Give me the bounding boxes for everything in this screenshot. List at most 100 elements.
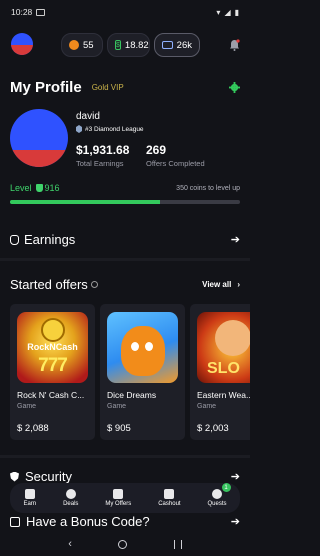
status-time: 10:28	[11, 7, 33, 17]
cash-balance[interactable]: $ 18.82	[107, 33, 150, 57]
nav-deals-label: Deals	[63, 501, 79, 507]
level-value: 916	[44, 183, 60, 193]
offer-logo-text: SLO	[207, 360, 240, 377]
shield-icon	[10, 471, 19, 482]
avatar[interactable]	[11, 33, 33, 55]
profile-header: My Profile Gold VIP	[10, 75, 240, 99]
league-icon	[76, 125, 82, 133]
nav-cashout-label: Cashout	[158, 501, 181, 507]
ticket-icon	[162, 41, 173, 49]
arrow-right-icon: ➔	[230, 516, 240, 528]
top-bar: 55 $ 18.82 26k	[0, 28, 250, 64]
quests-notification-badge: 1	[221, 483, 231, 492]
back-icon[interactable]: ‹	[68, 538, 72, 550]
nav-earn[interactable]: Earn	[23, 489, 36, 507]
my-offers-icon	[113, 489, 124, 499]
offer-card[interactable]: SLO Eastern Wea... Game $ 2,003	[190, 304, 250, 440]
level-row: Level 916 350 coins to level up	[10, 183, 240, 193]
total-earnings: $1,931.68 Total Earnings	[76, 143, 129, 168]
character-eye	[145, 342, 153, 351]
coin-logo	[41, 318, 65, 342]
offers-completed-value: 269	[146, 143, 167, 157]
offer-name: Rock N' Cash C...	[17, 390, 85, 400]
deals-icon	[65, 489, 76, 499]
offers-carousel[interactable]: RockNCash 777 Rock N' Cash C... Game $ 2…	[10, 304, 250, 440]
offer-name: Dice Dreams	[107, 390, 157, 400]
league-badge: #3 Diamond League	[76, 125, 144, 133]
offer-logo-number: 777	[38, 355, 68, 376]
ticket-counter[interactable]: 26k	[154, 33, 200, 57]
chevron-right-icon: ›	[237, 280, 240, 289]
fire-counter[interactable]: 55	[61, 33, 103, 57]
total-earnings-value: $1,931.68	[76, 143, 130, 157]
nav-my-offers-label: My Offers	[105, 501, 132, 507]
page-title: My Profile	[10, 78, 82, 96]
security-label: Security	[25, 469, 72, 484]
cash-balance-value: 18.82	[124, 39, 149, 51]
started-offers-header: Started offers View all ›	[10, 277, 240, 292]
offer-name: Eastern Wea...	[197, 390, 250, 400]
view-all-link[interactable]: View all ›	[202, 280, 240, 289]
bonus-code-row[interactable]: Have a Bonus Code? ➔	[10, 514, 240, 529]
ticket-count: 26k	[176, 39, 192, 51]
nav-cashout[interactable]: Cashout	[158, 489, 181, 507]
quests-icon	[212, 489, 223, 499]
system-nav-bar: ‹	[0, 532, 250, 556]
earn-icon	[24, 489, 35, 499]
character-eye	[131, 342, 139, 351]
fire-icon	[69, 40, 79, 50]
money-icon: $	[115, 40, 121, 50]
divider	[0, 455, 250, 458]
arrow-right-icon: ➔	[230, 471, 240, 483]
arrow-right-icon: ➔	[230, 234, 240, 246]
offer-card[interactable]: Dice Dreams Game $ 905	[100, 304, 185, 440]
offer-price: $ 2,003	[197, 423, 229, 434]
offer-price: $ 905	[107, 423, 131, 434]
battery-icon: ▮	[234, 7, 239, 17]
vip-badge: Gold VIP	[91, 82, 124, 92]
bonus-code-label: Have a Bonus Code?	[26, 514, 150, 529]
level-hint: 350 coins to level up	[176, 184, 240, 192]
money-bag-icon	[10, 234, 19, 245]
character-illustration	[215, 320, 250, 356]
status-bar: 10:28 ▾ ◢ ▮	[0, 0, 250, 24]
bell-icon[interactable]	[229, 38, 240, 51]
character-illustration	[121, 326, 165, 376]
nav-quests[interactable]: 1 Quests	[208, 483, 231, 507]
info-icon[interactable]	[90, 281, 98, 288]
bottom-nav: Earn Deals My Offers Cashout 1 Quests	[10, 483, 240, 513]
security-row[interactable]: Security ➔	[10, 469, 240, 484]
home-icon[interactable]	[118, 539, 128, 549]
gear-icon[interactable]	[229, 81, 240, 93]
nav-my-offers[interactable]: My Offers	[105, 489, 131, 507]
view-all-label: View all	[202, 280, 232, 289]
offer-card[interactable]: RockNCash 777 Rock N' Cash C... Game $ 2…	[10, 304, 95, 440]
offer-type: Game	[17, 403, 37, 410]
level-progress-bar	[10, 200, 240, 204]
cashout-icon	[164, 489, 175, 499]
league-label: #3 Diamond League	[85, 125, 144, 133]
offer-thumbnail: SLO	[197, 312, 250, 383]
profile-avatar[interactable]	[10, 109, 68, 167]
status-icons: ▾ ◢ ▮	[216, 8, 239, 17]
gift-icon	[10, 516, 20, 527]
signal-icon: ◢	[224, 7, 231, 17]
offer-thumbnail	[107, 312, 178, 383]
level-label: Level	[10, 183, 32, 193]
offer-type: Game	[197, 403, 217, 410]
offers-completed-label: Offers Completed	[146, 159, 205, 168]
divider	[0, 258, 250, 261]
trophy-icon	[35, 184, 43, 192]
started-offers-title: Started offers	[10, 277, 88, 292]
nav-deals[interactable]: Deals	[63, 489, 78, 507]
recents-icon[interactable]	[173, 539, 182, 549]
level-progress-fill	[10, 200, 160, 204]
earnings-row[interactable]: Earnings ➔	[10, 232, 240, 247]
level-value-wrap: 916	[35, 183, 60, 193]
wifi-icon: ▾	[216, 7, 221, 17]
offer-thumbnail: RockNCash 777	[17, 312, 88, 383]
nav-earn-label: Earn	[23, 501, 37, 507]
offer-price: $ 2,088	[17, 423, 49, 434]
fire-count: 55	[83, 39, 94, 51]
username: david	[76, 111, 100, 122]
